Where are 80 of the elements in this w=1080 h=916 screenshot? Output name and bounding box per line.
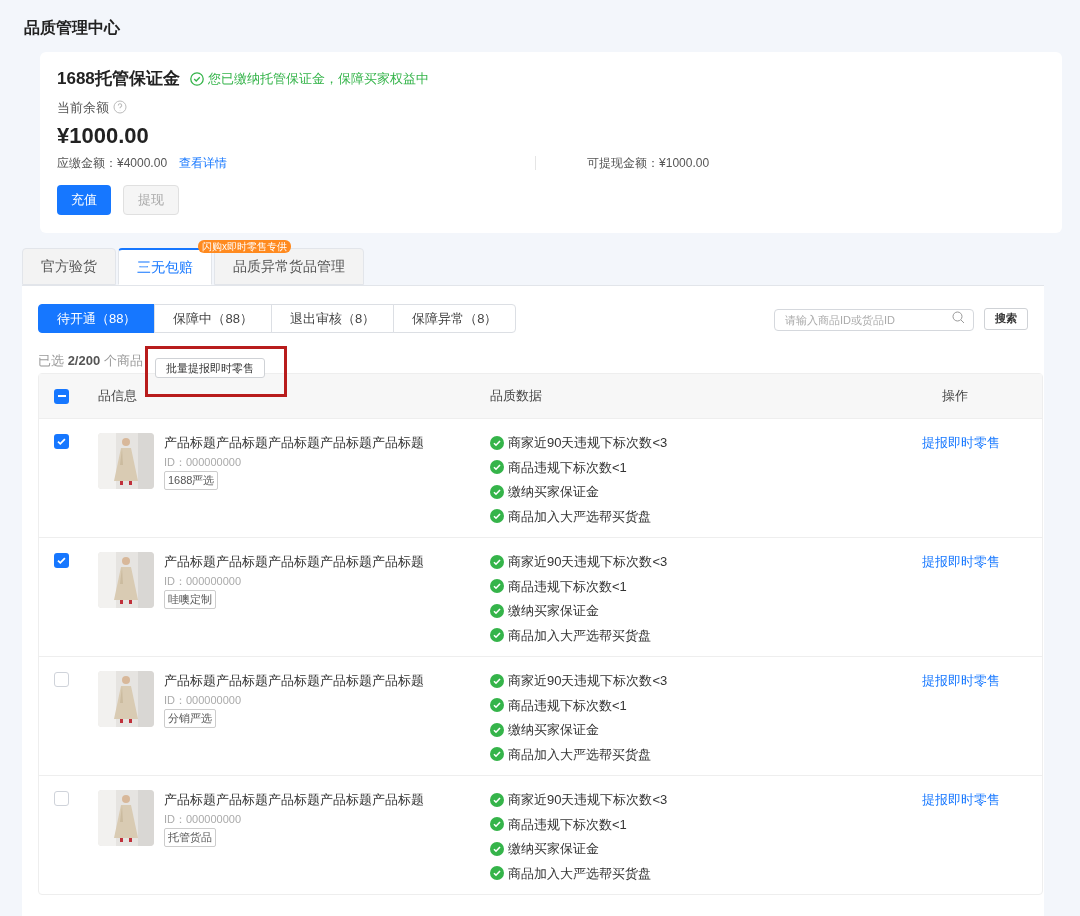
product-title[interactable]: 产品标题产品标题产品标题产品标题产品标题 (164, 671, 424, 691)
check-icon (490, 509, 504, 524)
criterion-text: 商品加入大严选帮买货盘 (508, 507, 651, 526)
criterion-text: 商品违规下标次数<1 (508, 577, 627, 596)
product-id: ID：000000000 (164, 455, 242, 470)
criterion-text: 商品违规下标次数<1 (508, 458, 627, 477)
check-icon (490, 579, 504, 594)
help-icon[interactable] (113, 100, 127, 115)
checkbox[interactable] (54, 434, 69, 449)
check-icon (490, 866, 504, 881)
criterion-text: 缴纳买家保证金 (508, 602, 599, 620)
product-title[interactable]: 产品标题产品标题产品标题产品标题产品标题 (164, 433, 424, 453)
criterion-text: 缴纳买家保证金 (508, 483, 599, 501)
submit-link[interactable]: 提报即时零售 (922, 554, 1000, 569)
checkbox[interactable] (54, 553, 69, 568)
criterion-text: 商品加入大严选帮买货盘 (508, 745, 651, 764)
selection-count: 已选 2/200 个商品 (38, 352, 143, 371)
details-link[interactable]: 查看详情 (179, 154, 228, 172)
status-text: 您已缴纳托管保证金，保障买家权益中 (207, 70, 429, 88)
criterion-text: 商家近90天违规下标次数<3 (508, 434, 668, 452)
checkmark-icon (56, 555, 67, 566)
column-header: 操作 (941, 387, 969, 406)
tab[interactable]: 官方验货 (22, 248, 116, 285)
checkmark-icon (56, 436, 67, 447)
check-icon (490, 435, 504, 450)
check-icon (490, 554, 504, 569)
submit-link[interactable]: 提报即时零售 (922, 792, 1000, 807)
check-icon (490, 603, 504, 618)
balance-label: 当前余额 (57, 98, 109, 117)
check-icon (490, 817, 504, 832)
search-field[interactable]: 请输入商品ID或货品ID (774, 308, 974, 331)
submit-link[interactable]: 提报即时零售 (922, 435, 1000, 450)
criterion-text: 商家近90天违规下标次数<3 (508, 672, 668, 690)
criterion-text: 商品违规下标次数<1 (508, 696, 627, 715)
column-header: 品质数据 (490, 387, 543, 406)
criterion-text: 商品加入大严选帮买货盘 (508, 864, 651, 883)
search-button[interactable]: 搜索 (984, 307, 1028, 330)
product-tag: 托管货品 (164, 828, 216, 847)
page-title: 品质管理中心 (24, 18, 121, 38)
product-id: ID：000000000 (164, 693, 242, 708)
check-circle-icon (189, 71, 204, 86)
product-title[interactable]: 产品标题产品标题产品标题产品标题产品标题 (164, 790, 424, 810)
filter-tab[interactable]: 保障异常（8） (393, 304, 517, 333)
criterion-text: 缴纳买家保证金 (508, 840, 599, 858)
checkbox[interactable] (54, 791, 69, 806)
product-title[interactable]: 产品标题产品标题产品标题产品标题产品标题 (164, 552, 424, 572)
submit-link[interactable]: 提报即时零售 (922, 673, 1000, 688)
due-amount: 应缴金额：¥4000.00 (57, 155, 168, 172)
filter-tab[interactable]: 待开通（88） (38, 304, 156, 333)
checkbox[interactable] (54, 672, 69, 687)
filter-tab[interactable]: 退出审核（8） (270, 304, 395, 333)
check-icon (490, 747, 504, 762)
criterion-text: 缴纳买家保证金 (508, 721, 599, 739)
product-id: ID：000000000 (164, 812, 242, 827)
checkbox[interactable] (54, 388, 69, 404)
filter-tab[interactable]: 保障中（88） (154, 304, 272, 333)
check-icon (490, 484, 504, 499)
criterion-text: 商品违规下标次数<1 (508, 815, 627, 834)
criterion-text: 商家近90天违规下标次数<3 (508, 553, 668, 571)
check-icon (490, 628, 504, 643)
check-icon (490, 460, 504, 475)
product-tag: 哇噢定制 (164, 590, 216, 609)
balance-amount: ¥1000.00 (57, 122, 150, 150)
deposit-title: 1688托管保证金 (57, 68, 180, 90)
criterion-text: 商家近90天违规下标次数<3 (508, 791, 668, 809)
product-tag: 1688严选 (164, 471, 219, 490)
check-icon (490, 673, 504, 688)
check-icon (490, 698, 504, 713)
check-icon (490, 792, 504, 807)
promo-badge: 闪购x即时零售专供 (198, 240, 291, 253)
product-id: ID：000000000 (164, 574, 242, 589)
check-icon (490, 841, 504, 856)
criterion-text: 商品加入大严选帮买货盘 (508, 626, 651, 645)
withdrawable-amount: 可提现金额：¥1000.00 (587, 155, 710, 172)
column-header: 品信息 (97, 387, 138, 406)
batch-submit-button[interactable]: 批量提报即时零售 (154, 357, 265, 378)
recharge-button[interactable]: 充值 (57, 185, 111, 215)
search-icon[interactable] (952, 311, 965, 324)
check-icon (490, 722, 504, 737)
product-tag: 分销严选 (164, 709, 216, 728)
